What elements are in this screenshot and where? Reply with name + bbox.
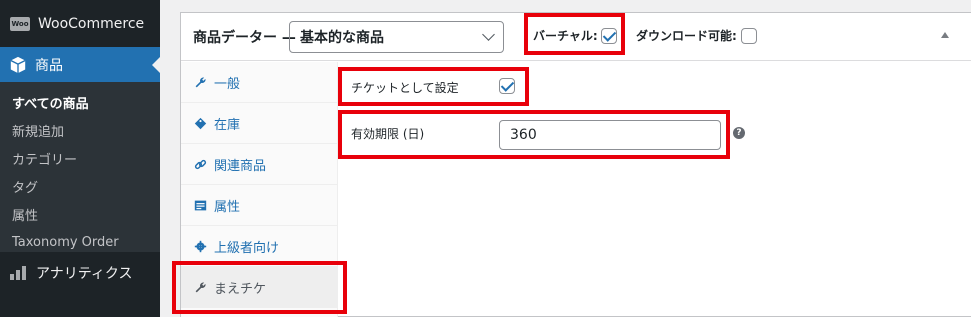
table-icon [193,198,207,212]
submenu-categories[interactable]: カテゴリー [0,144,160,172]
tab-label: 属性 [214,199,241,215]
collapse-toggle-icon[interactable] [941,32,949,38]
sidebar-item-label: WooCommerce [38,15,145,32]
wrench-icon [193,75,207,89]
submenu-tags[interactable]: タグ [0,172,160,200]
chevron-down-icon [482,28,495,41]
tag-icon [193,116,207,130]
tab-label: 上級者向け [214,240,280,256]
tab-attributes[interactable]: 属性 [181,185,337,226]
gear-icon [193,239,207,253]
downloadable-option[interactable]: ダウンロード可能: [636,27,757,44]
submenu-add-new[interactable]: 新規追加 [0,116,160,144]
highlight-virtual [524,13,625,55]
product-type-select[interactable]: 基本的な商品 [289,21,504,53]
submenu-all-products[interactable]: すべての商品 [0,88,160,116]
sidebar-item-woocommerce[interactable]: Woo WooCommerce [0,0,160,47]
sidebar-item-products[interactable]: 商品 [0,47,160,82]
admin-sidebar: Woo WooCommerce 商品 すべての商品 新規追加 カテゴリー タグ … [0,0,160,317]
help-icon[interactable]: ? [733,127,745,139]
cube-icon [10,56,26,73]
tab-label: 一般 [214,76,241,92]
highlight-ticket [338,67,529,106]
tab-label: 在庫 [214,117,241,133]
sidebar-submenu: すべての商品 新規追加 カテゴリー タグ 属性 Taxonomy Order [0,82,160,252]
tab-inventory[interactable]: 在庫 [181,103,337,144]
bar-chart-icon [10,266,26,280]
highlight-expiry [338,110,730,159]
downloadable-label: ダウンロード可能: [636,29,737,43]
tab-general[interactable]: 一般 [181,62,337,103]
tab-linked-products[interactable]: 関連商品 [181,144,337,185]
downloadable-checkbox[interactable] [740,27,757,44]
sidebar-item-label: 商品 [35,57,63,74]
link-icon [193,157,207,171]
tab-label: 関連商品 [214,158,267,174]
woocommerce-icon: Woo [10,16,30,31]
sidebar-item-label: アナリティクス [36,266,133,282]
highlight-maeticke-tab [172,261,347,314]
product-type-value: 基本的な商品 [300,30,384,46]
panel-title: 商品データー — [193,29,296,46]
submenu-attributes[interactable]: 属性 [0,200,160,228]
sidebar-item-analytics[interactable]: アナリティクス [0,252,160,294]
